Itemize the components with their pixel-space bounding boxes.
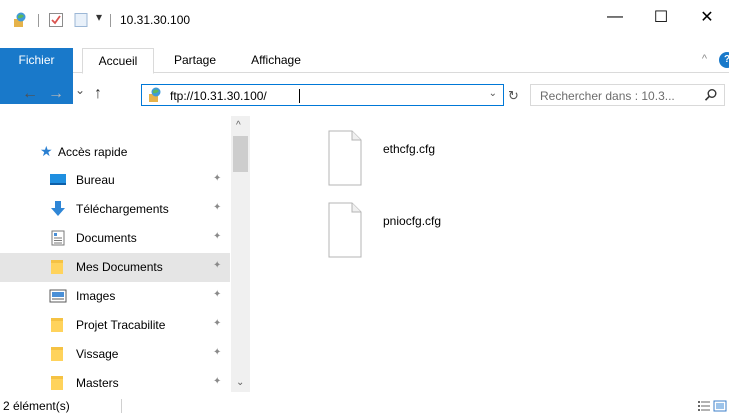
address-dropdown-icon[interactable]: ⌄: [489, 88, 497, 99]
large-icons-view-icon[interactable]: [713, 399, 727, 416]
pin-icon: ✦: [213, 231, 222, 242]
tab-partage[interactable]: Partage: [163, 48, 227, 73]
nav-item-images[interactable]: Images ✦: [0, 282, 230, 311]
file-name: pniocfg.cfg: [383, 214, 442, 228]
minimize-button[interactable]: —: [592, 0, 638, 34]
pin-icon: ✦: [213, 376, 222, 387]
search-placeholder: Rechercher dans : 10.3...: [540, 89, 675, 103]
address-path[interactable]: ftp://10.31.30.100/: [170, 89, 267, 103]
file-name: ethcfg.cfg: [383, 142, 436, 156]
address-bar[interactable]: ftp://10.31.30.100/ ⌄: [141, 84, 504, 106]
title-bar: ▾ 10.31.30.100 — ☐ ✕: [0, 0, 729, 40]
details-view-icon[interactable]: [697, 399, 711, 416]
status-bar: 2 élément(s): [0, 395, 729, 418]
folder-icon: [49, 375, 67, 391]
scroll-up-icon[interactable]: ^: [236, 120, 241, 131]
nav-item-mes-documents[interactable]: Mes Documents ✦: [0, 253, 230, 282]
scroll-down-icon[interactable]: ⌄: [236, 377, 244, 388]
back-button[interactable]: ←: [22, 85, 38, 103]
new-folder-icon[interactable]: [73, 12, 89, 31]
folder-icon: [49, 317, 67, 333]
pin-icon: ✦: [213, 347, 222, 358]
scroll-thumb[interactable]: [233, 136, 248, 172]
up-button[interactable]: ↑: [94, 85, 102, 103]
folder-icon: [49, 259, 67, 275]
text-caret: [299, 89, 300, 103]
pin-icon: ✦: [213, 173, 222, 184]
item-count: 2 élément(s): [3, 399, 70, 413]
images-icon: [49, 288, 67, 304]
quick-access-star-icon: ★: [40, 143, 53, 159]
window-title: 10.31.30.100: [120, 13, 191, 27]
folder-icon: [49, 346, 67, 362]
navigation-pane: ★ Accès rapide Bureau ✦ Téléchargements …: [0, 116, 250, 392]
maximize-button[interactable]: ☐: [638, 0, 684, 34]
collapse-ribbon-icon[interactable]: ^: [702, 53, 707, 65]
file-item[interactable]: pniocfg.cfg: [328, 202, 528, 258]
nav-item-projet-tracabilite[interactable]: Projet Tracabilite ✦: [0, 311, 230, 340]
address-row: ← → ⌄ ↑ ftp://10.31.30.100/ ⌄ ↻ Recherch…: [0, 75, 729, 115]
ribbon-tabs: Fichier Accueil Partage Affichage ^ ?: [0, 48, 729, 104]
nav-item-bureau[interactable]: Bureau ✦: [0, 166, 230, 195]
help-icon[interactable]: ?: [719, 52, 729, 68]
quick-access-label[interactable]: Accès rapide: [58, 145, 127, 159]
nav-item-telechargements[interactable]: Téléchargements ✦: [0, 195, 230, 224]
desktop-icon: [49, 172, 67, 188]
tab-affichage[interactable]: Affichage: [236, 48, 316, 73]
pin-icon: ✦: [213, 260, 222, 271]
ftp-location-icon: [147, 86, 165, 107]
nav-item-documents[interactable]: Documents ✦: [0, 224, 230, 253]
nav-item-vissage[interactable]: Vissage ✦: [0, 340, 230, 369]
search-icon[interactable]: [704, 88, 718, 105]
qat-dropdown-icon[interactable]: ▾: [96, 10, 102, 24]
recent-locations-button[interactable]: ⌄: [75, 83, 85, 97]
close-button[interactable]: ✕: [684, 0, 729, 34]
search-input[interactable]: Rechercher dans : 10.3...: [530, 84, 725, 106]
refresh-button[interactable]: ↻: [508, 88, 519, 104]
pin-icon: ✦: [213, 318, 222, 329]
nav-item-masters[interactable]: Masters ✦: [0, 369, 230, 392]
forward-button[interactable]: →: [48, 85, 64, 103]
file-icon: [328, 130, 362, 189]
documents-icon: [49, 230, 67, 246]
properties-icon[interactable]: [48, 12, 64, 31]
nav-scrollbar[interactable]: ^ ⌄: [231, 116, 250, 392]
file-icon: [328, 202, 362, 261]
downloads-icon: [49, 201, 67, 217]
pin-icon: ✦: [213, 289, 222, 300]
file-item[interactable]: ethcfg.cfg: [328, 130, 528, 186]
pin-icon: ✦: [213, 202, 222, 213]
ftp-folder-icon[interactable]: [12, 11, 30, 32]
tab-accueil[interactable]: Accueil: [82, 48, 154, 74]
